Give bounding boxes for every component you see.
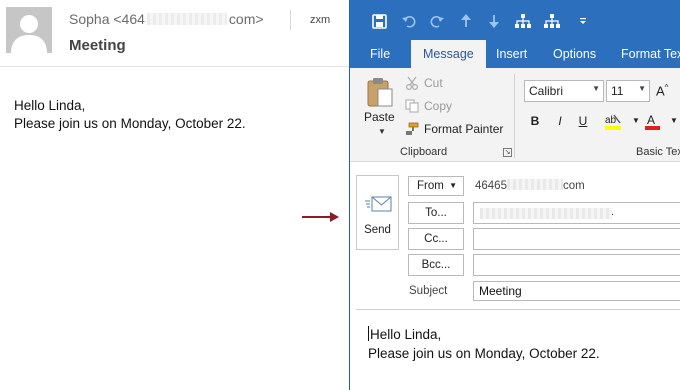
format-painter-button[interactable]: Format Painter — [404, 122, 503, 136]
underline-button[interactable]: U — [575, 113, 591, 129]
copy-label: Copy — [424, 99, 453, 113]
header-divider — [290, 10, 291, 30]
clipboard-group-label: Clipboard — [400, 146, 448, 158]
body-line: Hello Linda, — [368, 325, 600, 344]
down-arrow-icon[interactable] — [485, 12, 503, 30]
format-painter-label: Format Painter — [424, 122, 504, 136]
send-button[interactable]: Send — [356, 175, 399, 250]
dialog-launcher-icon[interactable]: ↘ — [503, 148, 512, 157]
copy-icon — [404, 99, 420, 113]
chevron-down-icon: ▼ — [638, 84, 646, 93]
message-body: Hello Linda, Please join us on Monday, O… — [14, 97, 246, 133]
body-line-text: Hello Linda, — [370, 327, 442, 342]
font-size-dropdown[interactable]: 11 ▼ — [606, 80, 650, 102]
recipient-initials: zxm — [310, 14, 331, 26]
cc-button[interactable]: Cc... — [408, 228, 464, 250]
redacted-text — [146, 13, 227, 25]
org-chart-icon[interactable] — [543, 12, 561, 30]
undo-icon[interactable] — [400, 12, 418, 30]
ribbon: Paste ▼ Cut Copy Format Painter Clipboar… — [350, 68, 680, 162]
sender-address: Sopha <464 com> — [69, 11, 264, 27]
bold-button[interactable]: B — [527, 113, 543, 129]
redacted-text — [480, 208, 612, 219]
font-size-value: 11 — [611, 84, 624, 98]
message-header-fields: Send From ▼ 46465 com To... . Cc... Bcc..… — [350, 162, 680, 310]
avatar — [6, 7, 52, 53]
bcc-field[interactable] — [473, 254, 680, 276]
body-line: Please join us on Monday, October 22. — [368, 346, 600, 361]
font-name-dropdown[interactable]: Calibri ▼ — [524, 80, 604, 102]
redacted-text — [506, 179, 563, 190]
reading-pane: Sopha <464 com> zxm Meeting Hello Linda, … — [0, 0, 350, 390]
copy-button[interactable]: Copy — [404, 99, 452, 113]
compose-window: File Message Insert Options Format Text … — [349, 0, 680, 390]
compose-body[interactable]: Hello Linda, Please join us on Monday, O… — [368, 325, 600, 363]
grow-font-icon[interactable]: A^ — [656, 83, 668, 98]
redo-icon[interactable] — [428, 12, 446, 30]
basic-text-group-label: Basic Text — [636, 146, 680, 158]
font-color-icon[interactable]: A — [643, 113, 663, 130]
paste-icon[interactable] — [366, 77, 394, 112]
body-line: Please join us on Monday, October 22. — [14, 116, 246, 131]
save-icon[interactable] — [370, 12, 388, 30]
org-chart-icon[interactable] — [514, 12, 532, 30]
to-field[interactable]: . — [473, 202, 680, 224]
font-name-value: Calibri — [529, 84, 564, 98]
body-separator — [356, 309, 680, 310]
paste-button[interactable]: Paste — [364, 110, 395, 124]
tab-insert[interactable]: Insert — [496, 40, 527, 68]
format-painter-icon — [404, 122, 420, 136]
subject-label: Subject — [409, 285, 448, 297]
cut-label: Cut — [424, 76, 443, 90]
chevron-down-icon[interactable]: ▼ — [628, 113, 644, 129]
customize-qat-icon[interactable] — [574, 12, 592, 30]
message-subject: Meeting — [69, 37, 126, 54]
highlight-icon[interactable]: ab — [604, 113, 626, 130]
cut-icon — [404, 76, 420, 90]
chevron-down-icon: ▼ — [592, 84, 600, 93]
sender-suffix: com> — [228, 11, 264, 27]
body-line: Hello Linda, — [14, 98, 86, 113]
chevron-down-icon[interactable]: ▼ — [378, 127, 386, 136]
subject-field[interactable]: Meeting — [473, 281, 680, 301]
title-bar — [350, 0, 680, 40]
from-label: From — [417, 180, 444, 192]
to-separator: . — [611, 206, 615, 218]
tab-message[interactable]: Message — [411, 40, 486, 68]
screenshot-root: Sopha <464 com> zxm Meeting Hello Linda, … — [0, 0, 680, 390]
cc-field[interactable] — [473, 228, 680, 250]
pointer-arrow-icon — [302, 212, 339, 222]
from-suffix: com — [562, 180, 585, 192]
ribbon-tabs: File Message Insert Options Format Text — [350, 40, 680, 68]
svg-text:A: A — [647, 113, 655, 127]
tab-format-text[interactable]: Format Text — [621, 40, 680, 68]
group-separator — [514, 74, 515, 158]
from-button[interactable]: From ▼ — [408, 176, 464, 196]
chevron-down-icon: ▼ — [449, 181, 457, 190]
send-label: Send — [364, 224, 391, 236]
text-cursor — [368, 326, 369, 341]
tab-file[interactable]: File — [370, 40, 390, 68]
header-separator — [0, 66, 350, 67]
from-address: 46465 com — [475, 179, 585, 192]
to-button[interactable]: To... — [408, 202, 464, 224]
up-arrow-icon[interactable] — [457, 12, 475, 30]
tab-options[interactable]: Options — [553, 40, 596, 68]
from-prefix: 46465 — [475, 180, 507, 192]
bcc-button[interactable]: Bcc... — [408, 254, 464, 276]
send-envelope-icon — [365, 196, 392, 212]
sender-prefix: Sopha <464 — [69, 11, 145, 27]
cut-button[interactable]: Cut — [404, 76, 443, 90]
italic-button[interactable]: I — [552, 113, 568, 129]
chevron-down-icon[interactable]: ▼ — [666, 113, 680, 129]
